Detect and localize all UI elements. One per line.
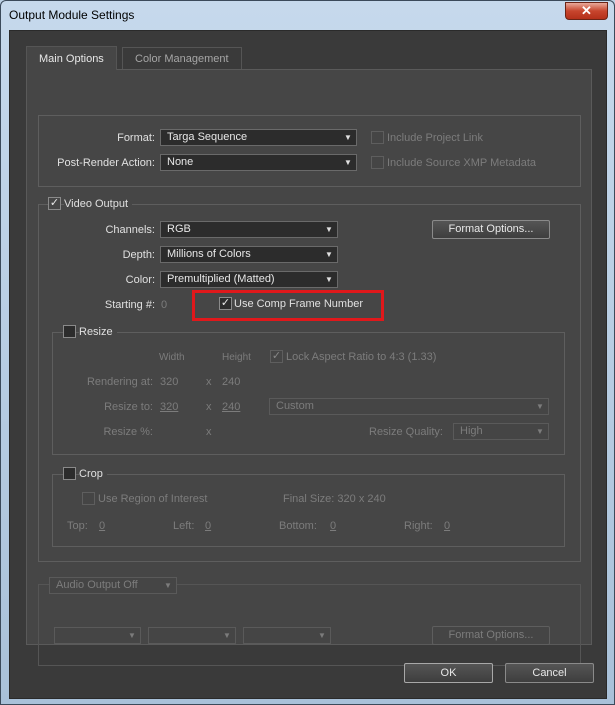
audio-output-group: [38, 584, 581, 666]
rendering-x: x: [206, 376, 212, 388]
depth-dropdown[interactable]: Millions of Colors ▼: [160, 246, 338, 263]
close-button[interactable]: ✕: [565, 2, 608, 20]
chevron-down-icon: ▼: [325, 275, 333, 284]
crop-left-value[interactable]: 0: [205, 520, 211, 532]
depth-label: Depth:: [122, 249, 155, 261]
include-project-link-checkbox[interactable]: [371, 131, 384, 144]
use-comp-frame-label: Use Comp Frame Number: [234, 298, 363, 310]
channels-dropdown[interactable]: RGB ▼: [160, 221, 338, 238]
format-dropdown[interactable]: Targa Sequence ▼: [160, 129, 357, 146]
chevron-down-icon: ▼: [344, 133, 352, 142]
chevron-down-icon: ▼: [536, 402, 544, 411]
use-roi-label: Use Region of Interest: [98, 493, 208, 505]
resize-quality-dropdown[interactable]: High ▼: [453, 423, 549, 440]
resize-percent-label: Resize %:: [103, 426, 153, 438]
rendering-width: 320: [160, 376, 179, 388]
rendering-at-label: Rendering at:: [86, 376, 153, 388]
channels-value: RGB: [167, 223, 191, 235]
audio-output-value: Audio Output Off: [56, 579, 138, 591]
cancel-button[interactable]: Cancel: [505, 663, 594, 683]
check-icon: ✓: [220, 297, 231, 309]
resize-preset-dropdown[interactable]: Custom ▼: [269, 398, 549, 415]
chevron-down-icon: ▼: [318, 631, 326, 640]
crop-left-label: Left:: [173, 520, 195, 532]
resize-heading: Resize: [79, 326, 117, 338]
color-label: Color:: [125, 274, 155, 286]
lock-aspect-checkbox[interactable]: ✓: [270, 350, 283, 363]
resize-checkbox[interactable]: [63, 325, 76, 338]
include-project-link-label: Include Project Link: [387, 132, 483, 144]
color-value: Premultiplied (Matted): [167, 273, 275, 285]
crop-right-label: Right:: [404, 520, 433, 532]
post-render-value: None: [167, 156, 194, 168]
chevron-down-icon: ▼: [223, 631, 231, 640]
crop-top-label: Top:: [67, 520, 88, 532]
video-format-options-button[interactable]: Format Options...: [432, 220, 550, 239]
channels-label: Channels:: [105, 224, 155, 236]
resize-preset-value: Custom: [276, 400, 314, 412]
crop-right-value[interactable]: 0: [444, 520, 450, 532]
output-module-settings-window: Output Module Settings ✕ Main Options Co…: [0, 0, 615, 705]
starting-number-label: Starting #:: [104, 299, 155, 311]
window-title: Output Module Settings: [9, 8, 135, 22]
width-header: Width: [159, 352, 185, 363]
main-options-panel: Format: Targa Sequence ▼ Include Project…: [26, 69, 592, 666]
color-dropdown[interactable]: Premultiplied (Matted) ▼: [160, 271, 338, 288]
include-xmp-label: Include Source XMP Metadata: [387, 157, 536, 169]
chevron-down-icon: ▼: [536, 427, 544, 436]
resize-percent-x: x: [206, 426, 212, 438]
format-value: Targa Sequence: [167, 131, 248, 143]
resize-to-label: Resize to:: [104, 401, 153, 413]
title-bar[interactable]: Output Module Settings ✕: [1, 1, 614, 29]
crop-top-value[interactable]: 0: [99, 520, 105, 532]
crop-checkbox[interactable]: [63, 467, 76, 480]
include-xmp-checkbox[interactable]: [371, 156, 384, 169]
tab-main-options[interactable]: Main Options: [26, 46, 117, 70]
crop-bottom-value[interactable]: 0: [330, 520, 336, 532]
starting-number-value[interactable]: 0: [161, 299, 167, 311]
chevron-down-icon: ▼: [325, 250, 333, 259]
ok-button[interactable]: OK: [404, 663, 493, 683]
post-render-label: Post-Render Action:: [57, 157, 155, 169]
check-icon: ✓: [49, 197, 60, 209]
chevron-down-icon: ▼: [325, 225, 333, 234]
resize-to-x: x: [206, 401, 212, 413]
height-header: Height: [222, 352, 251, 363]
use-roi-checkbox[interactable]: [82, 492, 95, 505]
crop-group: [52, 474, 565, 547]
video-output-checkbox[interactable]: ✓: [48, 197, 61, 210]
resize-quality-value: High: [460, 425, 483, 437]
chevron-down-icon: ▼: [164, 581, 172, 590]
audio-bit-depth-dropdown[interactable]: ▼: [148, 627, 236, 644]
audio-sample-rate-dropdown[interactable]: ▼: [54, 627, 141, 644]
dialog-client: Main Options Color Management Format: Ta…: [9, 30, 607, 699]
chevron-down-icon: ▼: [128, 631, 136, 640]
audio-format-options-button[interactable]: Format Options...: [432, 626, 550, 645]
rendering-height: 240: [222, 376, 241, 388]
lock-aspect-label: Lock Aspect Ratio to 4:3 (1.33): [286, 351, 437, 363]
use-comp-frame-checkbox[interactable]: ✓: [219, 297, 232, 310]
resize-quality-label: Resize Quality:: [369, 426, 443, 438]
format-group: [38, 115, 581, 187]
chevron-down-icon: ▼: [344, 158, 352, 167]
crop-heading: Crop: [79, 468, 107, 480]
audio-channels-dropdown[interactable]: ▼: [243, 627, 331, 644]
audio-output-dropdown[interactable]: Audio Output Off ▼: [49, 577, 177, 594]
video-output-heading: Video Output: [64, 198, 133, 210]
depth-value: Millions of Colors: [167, 248, 251, 260]
tab-color-management[interactable]: Color Management: [122, 47, 242, 69]
format-label: Format:: [117, 132, 155, 144]
check-icon: ✓: [271, 350, 282, 362]
resize-to-height[interactable]: 240: [222, 401, 240, 413]
final-size-label: Final Size: 320 x 240: [283, 493, 386, 505]
resize-to-width[interactable]: 320: [160, 401, 178, 413]
close-icon: ✕: [581, 3, 592, 18]
post-render-dropdown[interactable]: None ▼: [160, 154, 357, 171]
crop-bottom-label: Bottom:: [279, 520, 317, 532]
